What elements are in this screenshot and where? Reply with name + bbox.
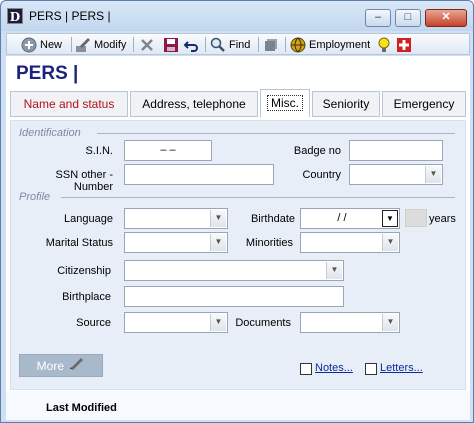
chevron-down-icon[interactable]: ▼: [382, 210, 398, 227]
tab-label: Seniority: [322, 97, 370, 111]
badge-field[interactable]: [349, 140, 443, 161]
citizenship-label: Citizenship: [57, 265, 111, 277]
main-window: D PERS | PERS | – □ ✕ New Modify Find Em…: [0, 0, 474, 423]
age-box: [405, 209, 427, 227]
sin-label: S.I.N.: [85, 145, 113, 157]
new-button[interactable]: New: [21, 36, 62, 53]
find-button[interactable]: Find: [210, 36, 250, 53]
globe-icon: [290, 37, 306, 53]
lightbulb-icon: [376, 37, 392, 53]
chevron-down-icon[interactable]: ▼: [210, 210, 226, 227]
last-modified-label: Last Modified: [46, 402, 117, 414]
toolbar-separator: [133, 37, 134, 52]
tab-emergency[interactable]: Emergency: [382, 91, 466, 117]
help-button[interactable]: [396, 36, 415, 53]
source-combo[interactable]: ▼: [124, 312, 228, 333]
stack-pages-icon: [263, 37, 279, 53]
chevron-down-icon[interactable]: ▼: [210, 314, 226, 331]
documents-combo[interactable]: ▼: [300, 312, 400, 333]
close-button[interactable]: ✕: [425, 9, 467, 27]
badge-label: Badge no: [293, 145, 341, 157]
chevron-down-icon[interactable]: ▼: [382, 234, 398, 251]
tab-label: Name and status: [23, 97, 115, 111]
stack-button[interactable]: [263, 36, 282, 53]
employment-button[interactable]: Employment: [290, 36, 370, 53]
plus-circle-icon: [21, 37, 37, 53]
birthdate-value: / /: [337, 212, 347, 224]
birthplace-label: Birthplace: [62, 291, 111, 303]
window-title: PERS | PERS |: [29, 9, 111, 23]
birthplace-field[interactable]: [124, 286, 344, 307]
ssn-other-field[interactable]: [124, 164, 274, 185]
marital-status-label: Marital Status: [45, 237, 113, 249]
tab-label: Misc.: [267, 95, 303, 111]
identification-section-label: Identification: [19, 127, 81, 139]
language-combo[interactable]: ▼: [124, 208, 228, 229]
undo-button[interactable]: [183, 36, 202, 53]
chevron-down-icon[interactable]: ▼: [326, 262, 342, 279]
app-icon: D: [7, 8, 23, 24]
more-label: More: [36, 359, 64, 373]
documents-label: Documents: [235, 317, 291, 329]
delete-button[interactable]: [139, 36, 158, 53]
country-label: Country: [302, 169, 341, 181]
minorities-combo[interactable]: ▼: [300, 232, 400, 253]
letters-link[interactable]: Letters...: [380, 362, 423, 374]
pencil-icon: [69, 355, 85, 378]
toolbar-separator: [285, 37, 286, 52]
citizenship-combo[interactable]: ▼: [124, 260, 344, 281]
undo-arrow-icon: [183, 37, 199, 53]
tab-label: Emergency: [393, 97, 455, 111]
source-label: Source: [76, 317, 111, 329]
save-button[interactable]: [163, 36, 182, 53]
sin-field[interactable]: – –: [124, 140, 212, 161]
years-label: years: [429, 213, 456, 225]
minimize-button[interactable]: –: [365, 9, 391, 27]
tab-seniority[interactable]: Seniority: [312, 91, 380, 117]
marital-status-combo[interactable]: ▼: [124, 232, 228, 253]
pencil-icon: [75, 37, 91, 53]
delete-x-icon: [139, 37, 155, 53]
tab-misc[interactable]: Misc.: [260, 89, 310, 117]
misc-panel: Identification S.I.N. – – Badge no SSN o…: [10, 120, 466, 390]
save-disk-icon: [163, 37, 179, 53]
maximize-button[interactable]: □: [395, 9, 421, 27]
toolbar-separator: [71, 37, 72, 52]
minorities-label: Minorities: [245, 237, 293, 249]
page-title: PERS |: [16, 63, 79, 84]
toolbar-separator: [258, 37, 259, 52]
tip-button[interactable]: [376, 36, 395, 53]
find-label: Find: [229, 38, 251, 51]
toolbar-separator: [205, 37, 206, 52]
title-bar[interactable]: D PERS | PERS | – □ ✕: [1, 1, 473, 31]
birthdate-label: Birthdate: [250, 213, 295, 225]
chevron-down-icon[interactable]: ▼: [382, 314, 398, 331]
employment-label: Employment: [309, 38, 371, 51]
toolbar: New Modify Find Employment: [6, 33, 470, 55]
modify-label: Modify: [94, 38, 127, 51]
section-divider: [61, 197, 455, 198]
ssn-other-label: SSN other - Number: [55, 169, 113, 193]
magnifier-icon: [210, 37, 226, 53]
footer-bar: Last Modified: [6, 391, 470, 420]
tab-address-telephone[interactable]: Address, telephone: [130, 91, 258, 117]
profile-section-label: Profile: [19, 191, 51, 203]
modify-button[interactable]: Modify: [75, 36, 126, 53]
notes-checkbox[interactable]: [300, 363, 312, 375]
new-label: New: [40, 38, 63, 51]
content-area: PERS | Name and status Address, telephon…: [6, 56, 470, 420]
tab-strip: Name and status Address, telephone Misc.…: [6, 89, 470, 117]
letters-checkbox[interactable]: [365, 363, 377, 375]
country-combo[interactable]: ▼: [349, 164, 443, 185]
birthdate-field[interactable]: / / ▼: [300, 208, 400, 229]
section-divider: [97, 133, 455, 134]
language-label: Language: [64, 213, 113, 225]
notes-link[interactable]: Notes...: [315, 362, 353, 374]
tab-name-and-status[interactable]: Name and status: [10, 91, 128, 117]
red-cross-icon: [396, 37, 412, 53]
more-button[interactable]: More: [19, 354, 103, 377]
chevron-down-icon[interactable]: ▼: [425, 166, 441, 183]
tab-label: Address, telephone: [142, 97, 246, 111]
chevron-down-icon[interactable]: ▼: [210, 234, 226, 251]
